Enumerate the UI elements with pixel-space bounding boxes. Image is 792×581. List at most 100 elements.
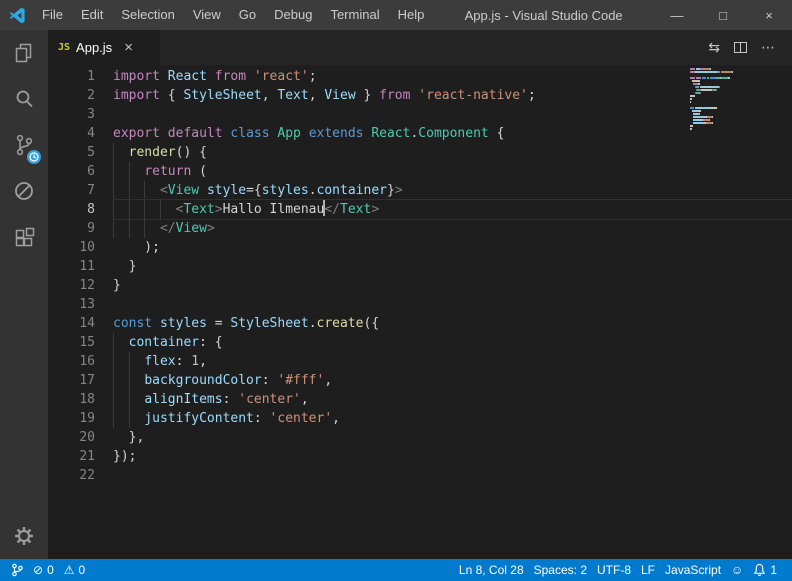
line-text[interactable]: } xyxy=(113,257,792,276)
line-number[interactable]: 15 xyxy=(48,333,95,352)
line-text[interactable]: <Text>Hallo Ilmenau</Text> xyxy=(113,200,792,219)
line-text[interactable]: <View style={styles.container}> xyxy=(113,181,792,200)
line-number[interactable]: 14 xyxy=(48,314,95,333)
indentation-item[interactable]: Spaces: 2 xyxy=(529,559,592,581)
menu-go[interactable]: Go xyxy=(230,0,265,30)
line-text[interactable]: flex: 1, xyxy=(113,352,792,371)
code-line-13[interactable]: 13 xyxy=(48,295,792,314)
code-line-8[interactable]: 8 <Text>Hallo Ilmenau</Text> xyxy=(48,200,792,219)
line-text[interactable]: justifyContent: 'center', xyxy=(113,409,792,428)
line-text[interactable]: } xyxy=(113,276,792,295)
code-line-11[interactable]: 11 } xyxy=(48,257,792,276)
warnings-item[interactable]: ⚠ 0 xyxy=(59,559,90,581)
notifications-item[interactable]: 1 xyxy=(748,559,782,581)
line-number[interactable]: 10 xyxy=(48,238,95,257)
line-number[interactable]: 20 xyxy=(48,428,95,447)
line-number[interactable]: 6 xyxy=(48,162,95,181)
more-actions-icon[interactable]: ⋯ xyxy=(754,36,782,59)
code-line-22[interactable]: 22 xyxy=(48,466,792,485)
minimize-button[interactable]: — xyxy=(654,0,700,30)
tab-close-icon[interactable]: × xyxy=(124,40,133,55)
code-line-21[interactable]: 21}); xyxy=(48,447,792,466)
code-line-4[interactable]: 4export default class App extends React.… xyxy=(48,124,792,143)
line-text[interactable]: const styles = StyleSheet.create({ xyxy=(113,314,792,333)
line-text[interactable] xyxy=(113,466,792,485)
line-number[interactable]: 8 xyxy=(48,200,95,219)
line-number[interactable]: 16 xyxy=(48,352,95,371)
errors-item[interactable]: ⊘ 0 xyxy=(28,559,59,581)
close-icon: × xyxy=(765,8,773,23)
line-number[interactable]: 3 xyxy=(48,105,95,124)
code-line-12[interactable]: 12} xyxy=(48,276,792,295)
line-number[interactable]: 18 xyxy=(48,390,95,409)
close-button[interactable]: × xyxy=(746,0,792,30)
code-line-19[interactable]: 19 justifyContent: 'center', xyxy=(48,409,792,428)
code-line-14[interactable]: 14 const styles = StyleSheet.create({ xyxy=(48,314,792,333)
line-number[interactable]: 21 xyxy=(48,447,95,466)
line-number[interactable]: 1 xyxy=(48,67,95,86)
code-line-10[interactable]: 10 ); xyxy=(48,238,792,257)
line-text[interactable]: backgroundColor: '#fff', xyxy=(113,371,792,390)
sidebar-item-source-control[interactable] xyxy=(0,122,48,168)
line-number[interactable]: 12 xyxy=(48,276,95,295)
git-branch-item[interactable] xyxy=(6,559,28,581)
line-number[interactable]: 5 xyxy=(48,143,95,162)
line-text[interactable] xyxy=(113,295,792,314)
line-number[interactable]: 11 xyxy=(48,257,95,276)
menu-file[interactable]: File xyxy=(33,0,72,30)
feedback-item[interactable]: ☺ xyxy=(726,559,748,581)
code-line-18[interactable]: 18 alignItems: 'center', xyxy=(48,390,792,409)
encoding-item[interactable]: UTF-8 xyxy=(592,559,636,581)
warning-count: 0 xyxy=(79,563,86,577)
code-line-7[interactable]: 7 <View style={styles.container}> xyxy=(48,181,792,200)
maximize-button[interactable]: □ xyxy=(700,0,746,30)
line-number[interactable]: 22 xyxy=(48,466,95,485)
code-line-9[interactable]: 9 </View> xyxy=(48,219,792,238)
line-text[interactable]: container: { xyxy=(113,333,792,352)
line-number[interactable]: 7 xyxy=(48,181,95,200)
eol-item[interactable]: LF xyxy=(636,559,660,581)
language-mode-item[interactable]: JavaScript xyxy=(660,559,726,581)
menu-edit[interactable]: Edit xyxy=(72,0,112,30)
code-line-3[interactable]: 3 xyxy=(48,105,792,124)
line-number[interactable]: 4 xyxy=(48,124,95,143)
split-editor-icon[interactable] xyxy=(727,39,754,56)
tab-app-js[interactable]: JS App.js × xyxy=(48,30,160,65)
cursor-position-item[interactable]: Ln 8, Col 28 xyxy=(454,559,529,581)
manage-button[interactable] xyxy=(0,513,48,559)
sidebar-item-search[interactable] xyxy=(0,76,48,122)
line-number[interactable]: 19 xyxy=(48,409,95,428)
code-line-20[interactable]: 20 }, xyxy=(48,428,792,447)
sidebar-item-explorer[interactable] xyxy=(0,30,48,76)
line-text[interactable]: }); xyxy=(113,447,792,466)
sidebar-item-debug[interactable] xyxy=(0,168,48,214)
smiley-icon: ☺ xyxy=(731,564,743,576)
code-line-16[interactable]: 16 flex: 1, xyxy=(48,352,792,371)
line-text[interactable]: ); xyxy=(113,238,792,257)
code-line-17[interactable]: 17 backgroundColor: '#fff', xyxy=(48,371,792,390)
sidebar-item-extensions[interactable] xyxy=(0,214,48,260)
code-line-15[interactable]: 15 container: { xyxy=(48,333,792,352)
code-line-1[interactable]: 1import React from 'react'; xyxy=(48,67,792,86)
line-text[interactable]: }, xyxy=(113,428,792,447)
line-text[interactable]: </View> xyxy=(113,219,792,238)
code-line-2[interactable]: 2import { StyleSheet, Text, View } from … xyxy=(48,86,792,105)
line-number[interactable]: 2 xyxy=(48,86,95,105)
tab-label: App.js xyxy=(76,40,112,55)
code-line-5[interactable]: 5 render() { xyxy=(48,143,792,162)
line-number[interactable]: 13 xyxy=(48,295,95,314)
line-number[interactable]: 17 xyxy=(48,371,95,390)
menu-view[interactable]: View xyxy=(184,0,230,30)
menu-debug[interactable]: Debug xyxy=(265,0,321,30)
minimap[interactable] xyxy=(690,68,748,134)
open-changes-icon[interactable]: ⇆ xyxy=(701,36,727,59)
line-text[interactable]: render() { xyxy=(113,143,792,162)
code-line-6[interactable]: 6 return ( xyxy=(48,162,792,181)
menu-selection[interactable]: Selection xyxy=(112,0,183,30)
clock-icon xyxy=(29,152,39,162)
line-text[interactable]: alignItems: 'center', xyxy=(113,390,792,409)
line-text[interactable]: return ( xyxy=(113,162,792,181)
line-number[interactable]: 9 xyxy=(48,219,95,238)
menu-terminal[interactable]: Terminal xyxy=(321,0,388,30)
menu-help[interactable]: Help xyxy=(389,0,434,30)
